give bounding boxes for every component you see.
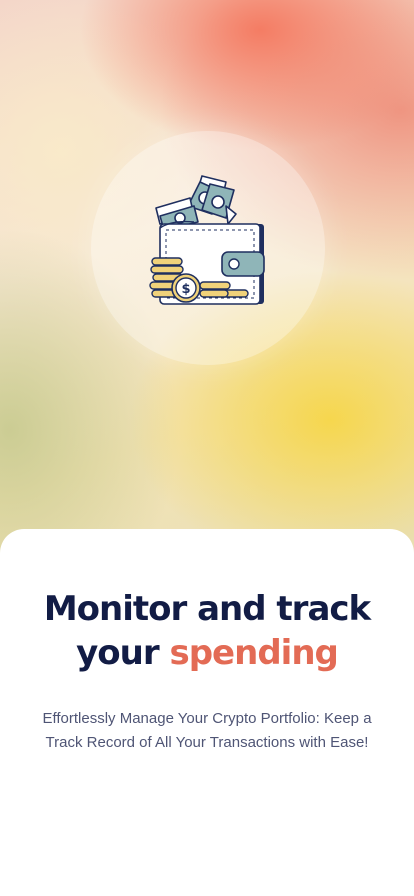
onboarding-headline: Monitor and track your spending bbox=[0, 587, 414, 675]
onboarding-description: Effortlessly Manage Your Crypto Portfoli… bbox=[42, 710, 372, 751]
headline-line-2: your bbox=[76, 633, 159, 673]
headline-accent-word: spending bbox=[169, 633, 338, 673]
dollar-coin-icon: $ bbox=[171, 273, 201, 303]
coin-dollar-symbol: $ bbox=[181, 282, 190, 297]
headline-line-1: Monitor and track bbox=[43, 589, 371, 629]
onboarding-content-card: Monitor and track your spending Effortle… bbox=[0, 529, 414, 896]
wallet-with-money-and-coins-icon: $ bbox=[149, 175, 265, 305]
banknote-icon bbox=[155, 175, 237, 231]
